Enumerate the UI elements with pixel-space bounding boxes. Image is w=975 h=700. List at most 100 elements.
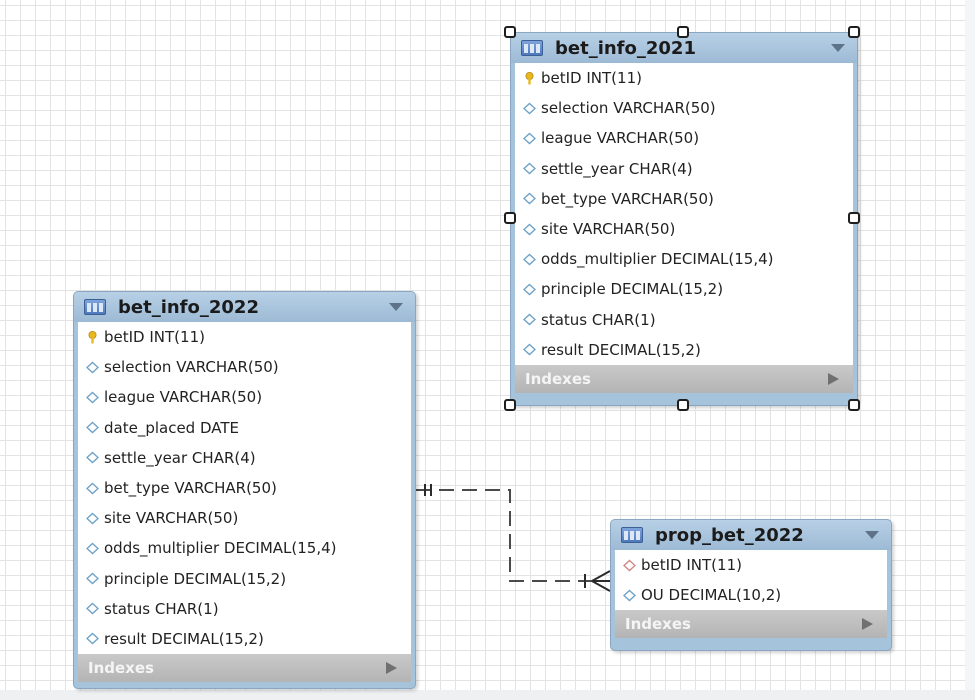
column-text: principle DECIMAL(15,2): [104, 569, 287, 588]
column-row[interactable]: bet_type VARCHAR(50): [78, 473, 411, 503]
column-text: OU DECIMAL(10,2): [641, 586, 782, 605]
column-row[interactable]: selection VARCHAR(50): [515, 93, 853, 123]
expand-arrow-icon[interactable]: [386, 662, 397, 675]
column-text: status CHAR(1): [104, 599, 219, 618]
column-row[interactable]: odds_multiplier DECIMAL(15,4): [78, 533, 411, 563]
table-header[interactable]: prop_bet_2022: [611, 520, 891, 550]
column-list: betID INT(11) selection VARCHAR(50) league…: [515, 63, 853, 365]
table-icon: [621, 527, 643, 543]
column-diamond-icon: [523, 283, 536, 296]
column-row[interactable]: selection VARCHAR(50): [78, 352, 411, 382]
resize-handle-bottom-left[interactable]: [504, 399, 516, 411]
column-row[interactable]: principle DECIMAL(15,2): [515, 274, 853, 304]
expand-arrow-icon[interactable]: [828, 372, 839, 385]
table-title: prop_bet_2022: [655, 524, 804, 546]
table-bet-info-2022[interactable]: bet_info_2022 betID INT(11) selection VAR…: [73, 291, 416, 689]
crowfoot-lower: [591, 580, 611, 592]
column-row[interactable]: status CHAR(1): [78, 594, 411, 624]
column-text: selection VARCHAR(50): [541, 99, 716, 118]
table-bet-info-2021[interactable]: bet_info_2021 betID INT(11) selection VAR…: [510, 32, 858, 406]
column-text: betID INT(11): [104, 328, 205, 347]
indexes-section[interactable]: Indexes: [615, 610, 887, 639]
column-row[interactable]: betID INT(11): [78, 322, 411, 352]
column-diamond-icon: [86, 602, 99, 615]
column-diamond-icon: [623, 589, 636, 602]
column-diamond-icon: [86, 482, 99, 494]
column-diamond-icon: [523, 132, 536, 145]
column-row[interactable]: site VARCHAR(50): [78, 503, 411, 533]
column-row[interactable]: betID INT(11): [515, 63, 853, 93]
table-title: bet_info_2022: [118, 296, 259, 318]
column-diamond-icon: [86, 512, 99, 525]
column-text: site VARCHAR(50): [104, 509, 239, 528]
relationship-line: [416, 489, 610, 582]
column-diamond-icon: [523, 313, 536, 326]
column-row[interactable]: settle_year CHAR(4): [515, 154, 853, 184]
column-list: betID INT(11) selection VARCHAR(50) league…: [78, 322, 411, 655]
column-row[interactable]: odds_multiplier DECIMAL(15,4): [515, 244, 853, 274]
resize-handle-middle-right[interactable]: [848, 212, 860, 224]
column-row[interactable]: betID INT(11): [615, 550, 887, 580]
column-text: selection VARCHAR(50): [104, 358, 279, 377]
expand-arrow-icon[interactable]: [862, 618, 873, 631]
column-diamond-icon: [86, 391, 99, 404]
resize-handle-top-left[interactable]: [504, 26, 516, 38]
table-icon: [521, 40, 543, 56]
column-diamond-icon: [523, 253, 536, 266]
collapse-caret-icon[interactable]: [389, 303, 403, 311]
indexes-section[interactable]: Indexes: [78, 654, 411, 683]
column-row[interactable]: status CHAR(1): [515, 305, 853, 335]
column-diamond-icon: [86, 542, 99, 555]
column-row[interactable]: league VARCHAR(50): [78, 382, 411, 412]
column-list: betID INT(11) OU DECIMAL(10,2): [615, 550, 887, 611]
column-text: settle_year CHAR(4): [104, 448, 256, 467]
resize-handle-top-right[interactable]: [848, 26, 860, 38]
resize-handle-top-center[interactable]: [677, 26, 689, 38]
column-text: result DECIMAL(15,2): [104, 629, 264, 648]
indexes-section[interactable]: Indexes: [515, 364, 853, 393]
column-diamond-icon: [86, 451, 99, 464]
column-row[interactable]: site VARCHAR(50): [515, 214, 853, 244]
column-diamond-icon: [86, 633, 99, 645]
column-text: site VARCHAR(50): [541, 220, 676, 239]
column-text: odds_multiplier DECIMAL(15,4): [104, 539, 337, 558]
column-text: odds_multiplier DECIMAL(15,4): [541, 250, 774, 269]
column-text: result DECIMAL(15,2): [541, 340, 701, 359]
column-diamond-icon: [523, 192, 536, 205]
resize-handle-bottom-right[interactable]: [848, 399, 860, 411]
table-icon: [84, 299, 106, 315]
column-text: settle_year CHAR(4): [541, 159, 693, 178]
column-row[interactable]: result DECIMAL(15,2): [515, 335, 853, 365]
resize-handle-middle-left[interactable]: [504, 212, 516, 224]
column-diamond-icon: [523, 343, 536, 356]
column-diamond-icon: [86, 572, 99, 585]
column-diamond-icon: [523, 102, 536, 115]
collapse-caret-icon[interactable]: [865, 531, 879, 539]
resize-handle-bottom-center[interactable]: [677, 399, 689, 411]
column-row[interactable]: OU DECIMAL(10,2): [615, 580, 887, 610]
indexes-label: Indexes: [525, 369, 591, 388]
column-text: bet_type VARCHAR(50): [541, 189, 714, 208]
column-row[interactable]: league VARCHAR(50): [515, 123, 853, 153]
column-row[interactable]: bet_type VARCHAR(50): [515, 184, 853, 214]
column-text: status CHAR(1): [541, 310, 656, 329]
indexes-label: Indexes: [88, 659, 154, 678]
primary-key-icon: [88, 330, 97, 344]
column-text: betID INT(11): [641, 556, 742, 575]
table-title: bet_info_2021: [555, 37, 696, 59]
table-prop-bet-2022[interactable]: prop_bet_2022 betID INT(11) OU DECIMAL(10…: [610, 519, 892, 651]
column-row[interactable]: settle_year CHAR(4): [78, 443, 411, 473]
foreign-key-diamond-icon: [623, 559, 636, 572]
column-row[interactable]: principle DECIMAL(15,2): [78, 564, 411, 594]
column-row[interactable]: result DECIMAL(15,2): [78, 624, 411, 654]
column-diamond-icon: [86, 421, 99, 434]
column-diamond-icon: [523, 223, 536, 235]
crowfoot-upper: [591, 570, 611, 582]
table-header[interactable]: bet_info_2022: [74, 292, 415, 322]
column-text: betID INT(11): [541, 69, 642, 88]
column-text: principle DECIMAL(15,2): [541, 280, 724, 299]
indexes-label: Indexes: [625, 615, 691, 634]
column-diamond-icon: [86, 361, 99, 374]
collapse-caret-icon[interactable]: [831, 44, 845, 52]
column-row[interactable]: date_placed DATE: [78, 413, 411, 443]
